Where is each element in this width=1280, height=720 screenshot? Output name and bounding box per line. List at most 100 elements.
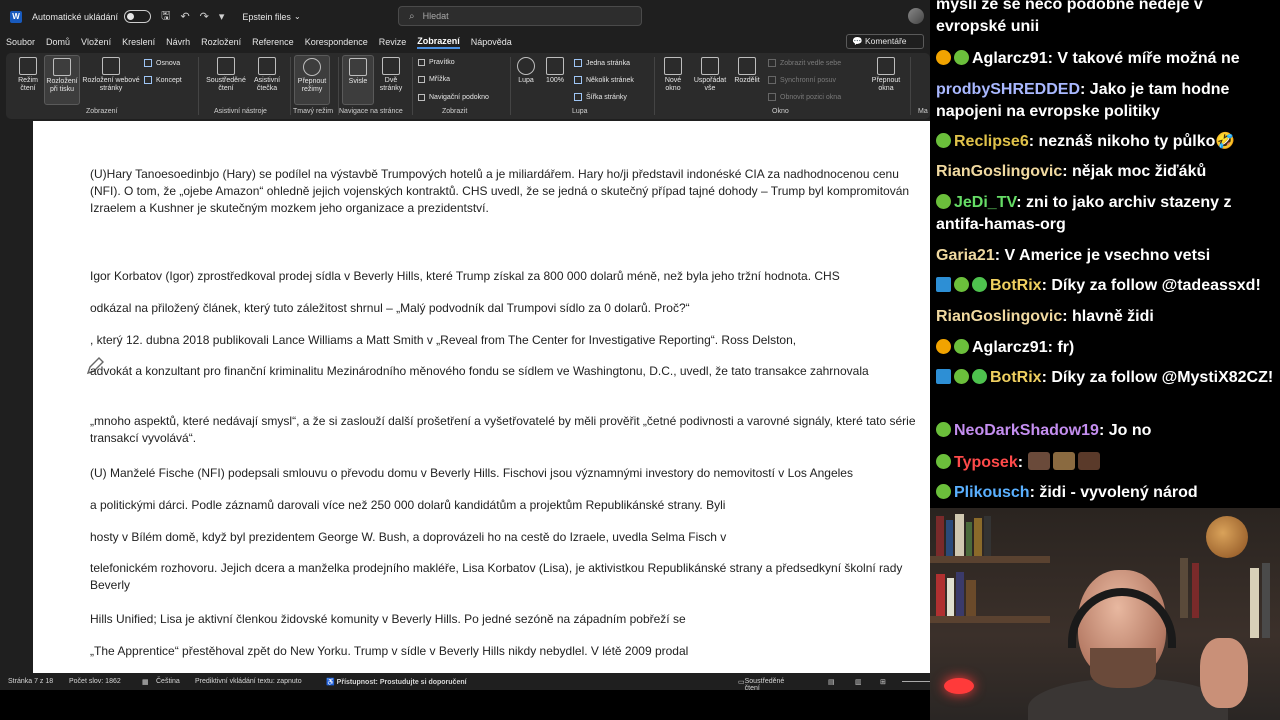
menu-napoveda[interactable]: Nápověda xyxy=(471,37,512,47)
zoom-button[interactable]: Lupa xyxy=(514,57,538,85)
read-mode-button[interactable]: Režim čtení xyxy=(12,57,44,93)
document-area: (U)Hary Tanoesoedinbjo (Hary) se podílel… xyxy=(0,121,930,673)
chat-username[interactable]: RianGoslingovic xyxy=(936,308,1062,325)
switch-modes-button[interactable]: Přepnout režimy xyxy=(294,55,330,105)
paragraph[interactable]: odkázal na přiložený článek, který tuto … xyxy=(90,300,920,317)
comments-button[interactable]: 💬 Komentáře xyxy=(846,34,924,49)
menu-soubor[interactable]: Soubor xyxy=(6,37,35,47)
chat-username[interactable]: Plikousch xyxy=(954,484,1030,501)
sync-scroll-button[interactable]: Synchronní posuv xyxy=(768,76,836,84)
chat-username[interactable]: Typosek xyxy=(954,454,1018,471)
accessibility-status[interactable]: ♿ Přístupnost: Prostudujte si doporučení xyxy=(326,678,467,686)
chat-username[interactable]: NeoDarkShadow19 xyxy=(954,422,1099,439)
avatar[interactable] xyxy=(908,8,924,24)
blue-badge-icon xyxy=(936,277,951,292)
menu-revize[interactable]: Revize xyxy=(379,37,407,47)
focus-mode-button[interactable]: ▭ Soustředěné čtení xyxy=(738,678,784,691)
emote-icon xyxy=(1027,452,1050,470)
chat-username[interactable]: Garia21 xyxy=(936,247,995,264)
menu-rozlozeni[interactable]: Rozložení xyxy=(201,37,241,47)
chat-username[interactable]: BotRix xyxy=(990,277,1042,294)
ruler-checkbox[interactable]: Pravítko xyxy=(418,59,455,66)
print-layout-status-icon[interactable]: ▥ xyxy=(855,678,862,686)
paragraph[interactable]: Hills Unified; Lisa je aktivní členkou ž… xyxy=(90,611,920,628)
group-label-zoom: Lupa xyxy=(572,108,588,115)
group-divider xyxy=(198,57,199,115)
group-divider xyxy=(510,57,511,115)
document-filename[interactable]: Epstein files xyxy=(242,12,291,22)
arrange-all-button[interactable]: Uspořádat vše xyxy=(690,57,730,93)
print-layout-button[interactable]: Rozložení při tisku xyxy=(44,55,80,105)
save-icon[interactable]: 🖫 xyxy=(161,7,170,26)
vertical-button[interactable]: Svisle xyxy=(342,55,374,105)
document-page[interactable]: (U)Hary Tanoesoedinbjo (Hary) se podílel… xyxy=(33,121,930,673)
text-predictions-status[interactable]: Prediktivní vkládání textu: zapnuto xyxy=(195,678,302,685)
stream-chat: myslí že se něco podobné nedeje v evrops… xyxy=(930,0,1280,508)
paragraph[interactable]: telefonickém rozhovoru. Jejich dcera a m… xyxy=(90,560,920,594)
paragraph[interactable]: „The Apprentice“ přestěhoval zpět do New… xyxy=(90,643,920,660)
gridlines-checkbox[interactable]: Mřížka xyxy=(418,76,450,83)
paragraph[interactable]: (U)Hary Tanoesoedinbjo (Hary) se podílel… xyxy=(90,166,920,217)
chat-message: NeoDarkShadow19: Jo no xyxy=(936,420,1276,442)
undo-icon[interactable]: ↶ xyxy=(180,10,189,23)
word-count[interactable]: Počet slov: 1862 xyxy=(69,678,121,685)
page-width-button[interactable]: Šířka stránky xyxy=(574,93,627,101)
multiple-pages-button[interactable]: Několik stránek xyxy=(574,76,634,84)
immersive-reader-button[interactable]: Soustředěné čtení xyxy=(204,57,248,93)
menu-navrh[interactable]: Návrh xyxy=(166,37,190,47)
page-count[interactable]: Stránka 7 z 18 xyxy=(8,678,53,685)
chat-username[interactable]: RianGoslingovic xyxy=(936,163,1062,180)
web-layout-button[interactable]: Rozložení webové stránky xyxy=(82,57,140,93)
bookshelf xyxy=(930,556,1050,563)
chat-username[interactable]: BotRix xyxy=(990,369,1042,386)
paragraph[interactable]: (U) Manželé Fische (NFI) podepsali smlou… xyxy=(90,465,920,482)
proofing-icon[interactable]: ▦ xyxy=(142,678,149,686)
one-page-button[interactable]: Jedna stránka xyxy=(574,59,630,67)
chat-username[interactable]: JeDi_TV xyxy=(954,194,1016,211)
language-status[interactable]: Čeština xyxy=(156,678,180,685)
web-layout-status-icon[interactable]: ⊞ xyxy=(880,678,886,686)
paragraph[interactable]: a politickými dárci. Podle záznamů darov… xyxy=(90,497,920,514)
switch-windows-button[interactable]: Přepnout okna xyxy=(868,57,904,93)
paragraph[interactable]: Igor Korbatov (Igor) zprostředkoval prod… xyxy=(90,268,920,285)
chat-username[interactable]: Aglarcz91 xyxy=(972,50,1048,67)
zoom-slider[interactable] xyxy=(902,681,930,682)
view-side-by-side-button[interactable]: Zobrazit vedle sebe xyxy=(768,59,841,67)
paragraph[interactable]: advokát a konzultant pro finanční krimin… xyxy=(90,363,920,380)
paragraph[interactable]: hosty v Bílém domě, když byl prezidentem… xyxy=(90,529,920,546)
draft-button[interactable]: Koncept xyxy=(144,76,182,84)
chat-username[interactable]: Reclipse6 xyxy=(954,133,1029,150)
menu-kresleni[interactable]: Kreslení xyxy=(122,37,155,47)
split-button[interactable]: Rozdělit xyxy=(730,57,764,85)
read-aloud-button[interactable]: Asistivní čtečka xyxy=(252,57,282,93)
title-bar: W Automatické ukládání 🖫 ↶ ↷ ▾ Epstein f… xyxy=(0,0,930,33)
chat-username[interactable]: Aglarcz91 xyxy=(972,339,1048,356)
zoom-100-button[interactable]: 100% xyxy=(542,57,568,85)
menu-zobrazeni[interactable]: Zobrazení xyxy=(417,36,460,49)
search-input[interactable]: ⌕ Hledat xyxy=(398,6,642,26)
paragraph[interactable]: „mnoho aspektů, které nedávají smysl“, a… xyxy=(90,413,920,447)
emote-icon xyxy=(1052,452,1075,470)
read-mode-status-icon[interactable]: ▤ xyxy=(828,678,835,686)
reset-window-position-button[interactable]: Obnovit pozici okna xyxy=(768,93,841,101)
chat-text: hlavně židi xyxy=(1072,308,1154,325)
new-window-button[interactable]: Nové okno xyxy=(658,57,688,93)
menu-domu[interactable]: Domů xyxy=(46,37,70,47)
redo-icon[interactable]: ↷ xyxy=(200,10,209,23)
chat-username[interactable]: prodbySHREDDED xyxy=(936,81,1080,98)
side-to-side-button[interactable]: Dvě stránky xyxy=(376,57,406,93)
nav-pane-checkbox[interactable]: Navigační podokno xyxy=(418,94,489,101)
autosave-toggle[interactable] xyxy=(124,10,152,23)
group-label-navigation: Navigace na stránce xyxy=(339,108,403,115)
menu-reference[interactable]: Reference xyxy=(252,37,294,47)
menu-vlozeni[interactable]: Vložení xyxy=(81,37,111,47)
paragraph[interactable]: , který 12. dubna 2018 publikovali Lance… xyxy=(90,332,920,349)
book xyxy=(1192,563,1199,618)
menu-korespondence[interactable]: Korespondence xyxy=(305,37,368,47)
green-badge-icon xyxy=(936,194,951,209)
outline-button[interactable]: Osnova xyxy=(144,59,180,67)
customize-toolbar-icon[interactable]: ▾ xyxy=(219,10,225,23)
group-label-show: Zobrazit xyxy=(442,108,468,115)
chat-separator: : xyxy=(1041,277,1052,294)
green-badge-icon xyxy=(954,277,969,292)
